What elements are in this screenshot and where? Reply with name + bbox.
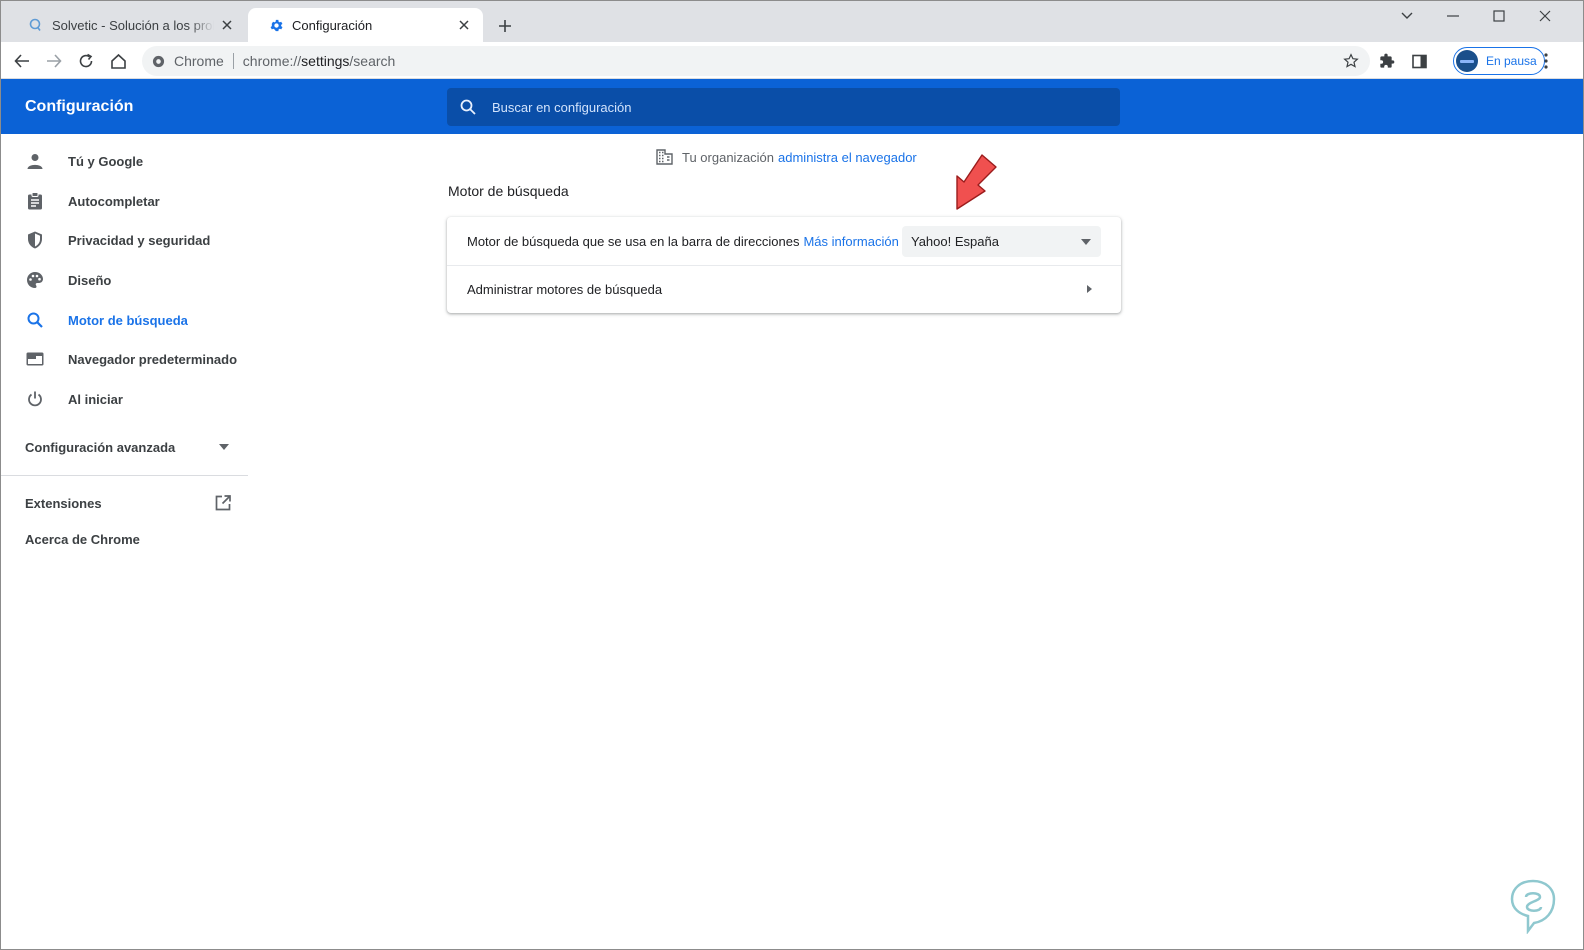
tab-configuracion[interactable]: Configuración xyxy=(248,8,483,42)
person-icon xyxy=(25,151,45,171)
sidebar-item-privacy[interactable]: Privacidad y seguridad xyxy=(0,221,248,259)
sidebar-item-search-engine[interactable]: Motor de búsqueda xyxy=(0,301,248,339)
sidebar-item-default-browser[interactable]: Navegador predeterminado xyxy=(0,340,248,378)
sidebar-item-label: Navegador predeterminado xyxy=(68,351,238,367)
solvetic-icon xyxy=(28,17,44,33)
tab-title: Configuración xyxy=(292,17,373,33)
maximize-icon[interactable] xyxy=(1480,4,1518,28)
sidebar-divider xyxy=(0,475,248,476)
tab-search-icon[interactable] xyxy=(1388,4,1426,28)
url-text[interactable]: chrome://settings/search xyxy=(243,53,396,69)
back-arrow-icon[interactable] xyxy=(9,48,35,74)
sidebar-item-label: Diseño xyxy=(68,272,112,288)
bookmark-star-icon[interactable] xyxy=(1342,52,1360,70)
window-close-icon[interactable] xyxy=(1526,4,1564,28)
page-title: Configuración xyxy=(25,98,134,115)
sidebar-item-label: Privacidad y seguridad xyxy=(68,232,211,248)
managed-text: Tu organización xyxy=(682,149,775,165)
sidebar-item-label: Motor de búsqueda xyxy=(68,312,188,328)
forward-arrow-icon[interactable] xyxy=(41,48,67,74)
open-in-new-icon xyxy=(213,493,233,513)
sidebar-item-autofill[interactable]: Autocompletar xyxy=(0,182,248,220)
extensions-puzzle-icon[interactable] xyxy=(1374,48,1400,74)
advanced-settings-toggle[interactable]: Configuración avanzada xyxy=(25,436,235,458)
profile-status: En pausa xyxy=(1486,54,1537,68)
tab-title: Solvetic - Solución a los problemas info… xyxy=(52,17,214,33)
manage-search-engines-row[interactable]: Administrar motores de búsqueda xyxy=(447,266,1121,313)
browser-icon xyxy=(25,349,45,369)
address-bar[interactable]: Chrome chrome://settings/search xyxy=(142,46,1370,76)
sidebar: Tú y Google Autocompletar Privacidad y s… xyxy=(0,134,248,950)
avatar xyxy=(1456,50,1478,72)
url-scheme: chrome:// xyxy=(242,53,302,69)
reload-icon[interactable] xyxy=(73,48,99,74)
caret-down-icon xyxy=(1079,235,1093,249)
building-icon xyxy=(655,148,673,166)
url-path: /search xyxy=(349,53,396,69)
sidebar-item-you-and-google[interactable]: Tú y Google xyxy=(0,142,248,180)
tab-solvetic[interactable]: Solvetic - Solución a los problemas info… xyxy=(8,8,246,42)
more-menu-icon[interactable] xyxy=(1533,48,1559,74)
profile-button[interactable]: En pausa xyxy=(1453,47,1545,75)
advanced-settings-label: Configuración avanzada xyxy=(25,439,176,455)
chrome-page-icon[interactable] xyxy=(151,54,165,68)
power-icon xyxy=(25,389,45,409)
annotation-arrow-icon xyxy=(956,154,997,210)
managed-notice: Tu organización administra el navegador xyxy=(655,147,917,167)
search-engine-select[interactable]: Yahoo! España xyxy=(902,226,1101,257)
settings-search[interactable] xyxy=(447,88,1120,126)
sidebar-item-label: Al iniciar xyxy=(68,391,123,407)
caret-right-icon xyxy=(1083,283,1095,295)
search-input[interactable] xyxy=(492,99,1092,115)
search-icon xyxy=(25,310,45,330)
shield-icon xyxy=(25,230,45,250)
new-tab-button[interactable] xyxy=(494,15,516,37)
close-icon[interactable] xyxy=(455,16,473,34)
sidebar-item-label: Autocompletar xyxy=(68,193,160,209)
sidebar-item-extensions[interactable]: Extensiones xyxy=(25,492,235,514)
gear-icon xyxy=(268,17,284,33)
search-icon xyxy=(459,98,477,116)
url-host: settings xyxy=(301,53,350,69)
sidebar-item-appearance[interactable]: Diseño xyxy=(0,261,248,299)
omnibox-divider xyxy=(232,53,234,69)
browser-toolbar: Chrome chrome://settings/search En pausa xyxy=(0,42,1584,79)
extensions-label: Extensiones xyxy=(25,495,102,511)
search-engine-row-label: Motor de búsqueda que se usa en la barra… xyxy=(467,233,800,249)
settings-header: Configuración xyxy=(0,79,1584,134)
sidebar-item-on-startup[interactable]: Al iniciar xyxy=(0,380,248,418)
clipboard-icon xyxy=(25,191,45,211)
sidebar-item-about-chrome[interactable]: Acerca de Chrome xyxy=(25,532,140,547)
palette-icon xyxy=(25,270,45,290)
learn-more-link[interactable]: Más información xyxy=(803,234,898,249)
managed-link[interactable]: administra el navegador xyxy=(778,150,917,165)
site-label: Chrome xyxy=(174,53,224,69)
search-engine-selected-value: Yahoo! España xyxy=(911,234,999,249)
sidebar-item-label: Tú y Google xyxy=(68,153,144,169)
side-panel-icon[interactable] xyxy=(1406,48,1432,74)
search-engine-row: Motor de búsqueda que se usa en la barra… xyxy=(447,217,1121,265)
watermark-logo-icon xyxy=(1510,879,1556,934)
tab-strip: Solvetic - Solución a los problemas info… xyxy=(0,0,1584,42)
manage-search-engines-label: Administrar motores de búsqueda xyxy=(467,282,663,297)
minimize-icon[interactable] xyxy=(1434,4,1472,28)
section-title: Motor de búsqueda xyxy=(448,183,569,199)
caret-down-icon xyxy=(217,440,231,454)
close-icon[interactable] xyxy=(218,16,236,34)
home-icon[interactable] xyxy=(105,48,131,74)
search-engine-card: Motor de búsqueda que se usa en la barra… xyxy=(447,217,1121,313)
